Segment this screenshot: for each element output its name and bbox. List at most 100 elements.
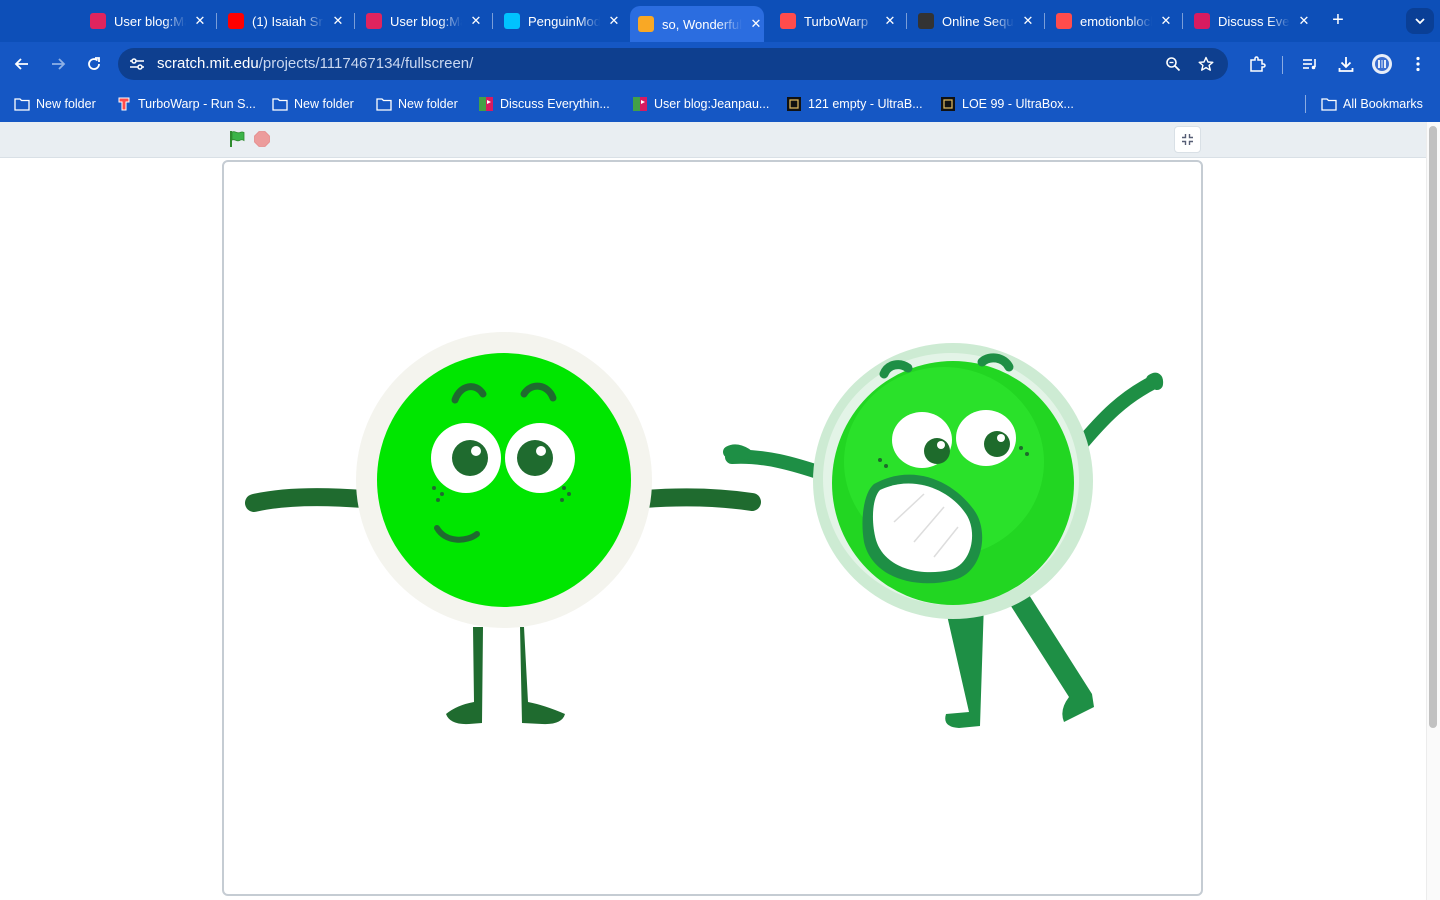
turbowarp-icon bbox=[116, 96, 132, 112]
download-icon bbox=[1338, 57, 1354, 72]
bookmark-item[interactable]: LOE 99 - UltraBox... bbox=[940, 95, 1074, 113]
close-icon[interactable]: ✕ bbox=[606, 13, 622, 29]
tab-separator bbox=[354, 13, 355, 29]
bookmark-item[interactable]: 121 empty - UltraB... bbox=[786, 95, 923, 113]
arrow-right-icon bbox=[52, 58, 66, 70]
folder-icon bbox=[14, 96, 30, 112]
tab-4[interactable]: so, Wonderful ✕ bbox=[630, 6, 764, 42]
tab-8[interactable]: Discuss Everything ✕ bbox=[1194, 6, 1312, 36]
site-info-icon[interactable] bbox=[128, 56, 146, 72]
bookmark-item[interactable]: New folder bbox=[272, 95, 354, 113]
wiki-flag-icon bbox=[478, 96, 494, 112]
close-icon[interactable]: ✕ bbox=[1296, 13, 1312, 29]
bookmark-label: 121 empty - UltraB... bbox=[808, 97, 923, 111]
media-controls-button[interactable] bbox=[1298, 52, 1322, 76]
tab-title: User blog:Mathbot bbox=[390, 13, 462, 29]
bookmark-label: New folder bbox=[294, 97, 354, 111]
tab-title: TurboWarp bbox=[804, 13, 869, 29]
bookmark-star-icon[interactable] bbox=[1197, 55, 1215, 73]
tab-title: User blog:Mathbot bbox=[114, 13, 186, 29]
ultrabox-icon bbox=[786, 96, 802, 112]
stop-icon bbox=[254, 131, 270, 147]
new-tab-button[interactable]: + bbox=[1328, 10, 1348, 30]
chevron-down-icon bbox=[1415, 18, 1425, 25]
stop-button[interactable] bbox=[254, 131, 270, 147]
tab-separator bbox=[216, 13, 217, 29]
arrow-left-icon bbox=[14, 58, 28, 70]
browser-menu-button[interactable] bbox=[1406, 52, 1430, 76]
folder-icon bbox=[1321, 96, 1337, 112]
downloads-button[interactable] bbox=[1334, 52, 1358, 76]
page-scrollbar-thumb[interactable] bbox=[1429, 126, 1437, 728]
tab-2[interactable]: User blog:Mathbot ✕ bbox=[366, 6, 484, 36]
excited-green-character[interactable] bbox=[723, 343, 1164, 728]
folder-icon bbox=[272, 96, 288, 112]
tab-separator bbox=[1044, 13, 1045, 29]
close-icon[interactable]: ✕ bbox=[192, 13, 208, 29]
tab-7[interactable]: emotionblocks ✕ bbox=[1056, 6, 1174, 36]
tab-6[interactable]: Online Sequencer ✕ bbox=[918, 6, 1036, 36]
tab-title: (1) Isaiah Sr bbox=[252, 13, 323, 29]
all-bookmarks-button[interactable]: All Bookmarks bbox=[1321, 95, 1423, 113]
tab-separator bbox=[906, 13, 907, 29]
tab-5[interactable]: TurboWarp ✕ bbox=[780, 6, 898, 36]
bookmarks-divider bbox=[1305, 95, 1306, 113]
close-icon[interactable]: ✕ bbox=[748, 16, 764, 32]
toolbar-divider bbox=[1282, 56, 1283, 74]
bookmark-label: Discuss Everythin... bbox=[500, 97, 610, 111]
close-icon[interactable]: ✕ bbox=[468, 13, 484, 29]
exit-fullscreen-icon bbox=[1182, 134, 1193, 145]
puzzle-icon bbox=[1250, 56, 1266, 72]
fandom-flame-icon bbox=[90, 13, 106, 29]
back-button[interactable] bbox=[10, 52, 34, 76]
project-controls-bar bbox=[0, 122, 1426, 158]
zoom-icon[interactable] bbox=[1164, 55, 1182, 73]
tab-separator bbox=[1182, 13, 1183, 29]
penguinmod-icon bbox=[504, 13, 520, 29]
close-icon[interactable]: ✕ bbox=[882, 13, 898, 29]
calm-green-character[interactable] bbox=[245, 332, 761, 725]
url-host: scratch.mit.edu bbox=[157, 55, 259, 72]
bookmark-label: New folder bbox=[398, 97, 458, 111]
close-icon[interactable]: ✕ bbox=[1020, 13, 1036, 29]
youtube-icon bbox=[228, 13, 244, 29]
wiki-flag-icon bbox=[632, 96, 648, 112]
sequencer-icon bbox=[918, 13, 934, 29]
extensions-button[interactable] bbox=[1245, 52, 1269, 76]
tab-1[interactable]: (1) Isaiah Sr ✕ bbox=[228, 6, 346, 36]
exit-fullscreen-button[interactable] bbox=[1174, 126, 1201, 153]
tab-title: Discuss Everything bbox=[1218, 13, 1290, 29]
tab-separator bbox=[492, 13, 493, 29]
close-icon[interactable]: ✕ bbox=[330, 13, 346, 29]
bookmark-item[interactable]: New folder bbox=[376, 95, 458, 113]
green-flag-icon bbox=[230, 131, 245, 147]
url-text[interactable]: scratch.mit.edu/projects/1117467134/full… bbox=[157, 55, 473, 72]
tab-0[interactable]: User blog:Mathbot ✕ bbox=[90, 6, 208, 36]
bookmark-item[interactable]: New folder bbox=[14, 95, 96, 113]
close-icon[interactable]: ✕ bbox=[1158, 13, 1174, 29]
all-bookmarks-label: All Bookmarks bbox=[1343, 97, 1423, 111]
bookmark-label: TurboWarp - Run S... bbox=[138, 97, 256, 111]
turbowarp-icon bbox=[1056, 13, 1072, 29]
bookmark-label: LOE 99 - UltraBox... bbox=[962, 97, 1074, 111]
forward-button[interactable] bbox=[46, 52, 70, 76]
reload-icon bbox=[88, 57, 100, 70]
tab-3[interactable]: PenguinMod ✕ bbox=[504, 6, 622, 36]
bookmark-item[interactable]: Discuss Everythin... bbox=[478, 95, 610, 113]
bookmark-item[interactable]: User blog:Jeanpau... bbox=[632, 95, 769, 113]
bookmark-item[interactable]: TurboWarp - Run S... bbox=[116, 95, 256, 113]
profile-button[interactable] bbox=[1370, 52, 1394, 76]
kebab-menu-icon bbox=[1416, 56, 1420, 72]
queue-music-icon bbox=[1303, 59, 1316, 70]
reload-button[interactable] bbox=[82, 52, 106, 76]
wiki-flag-icon bbox=[1194, 13, 1210, 29]
tab-title: Online Sequencer bbox=[942, 13, 1014, 29]
green-flag-button[interactable] bbox=[228, 130, 246, 148]
tab-title: emotionblocks bbox=[1080, 13, 1152, 29]
tab-title: so, Wonderful bbox=[662, 16, 742, 32]
scratch-cat-icon bbox=[638, 16, 654, 32]
url-path: /projects/1117467134/fullscreen/ bbox=[258, 55, 474, 72]
ultrabox-icon bbox=[940, 96, 956, 112]
tab-search-button[interactable] bbox=[1406, 8, 1434, 34]
project-stage[interactable] bbox=[222, 160, 1203, 896]
